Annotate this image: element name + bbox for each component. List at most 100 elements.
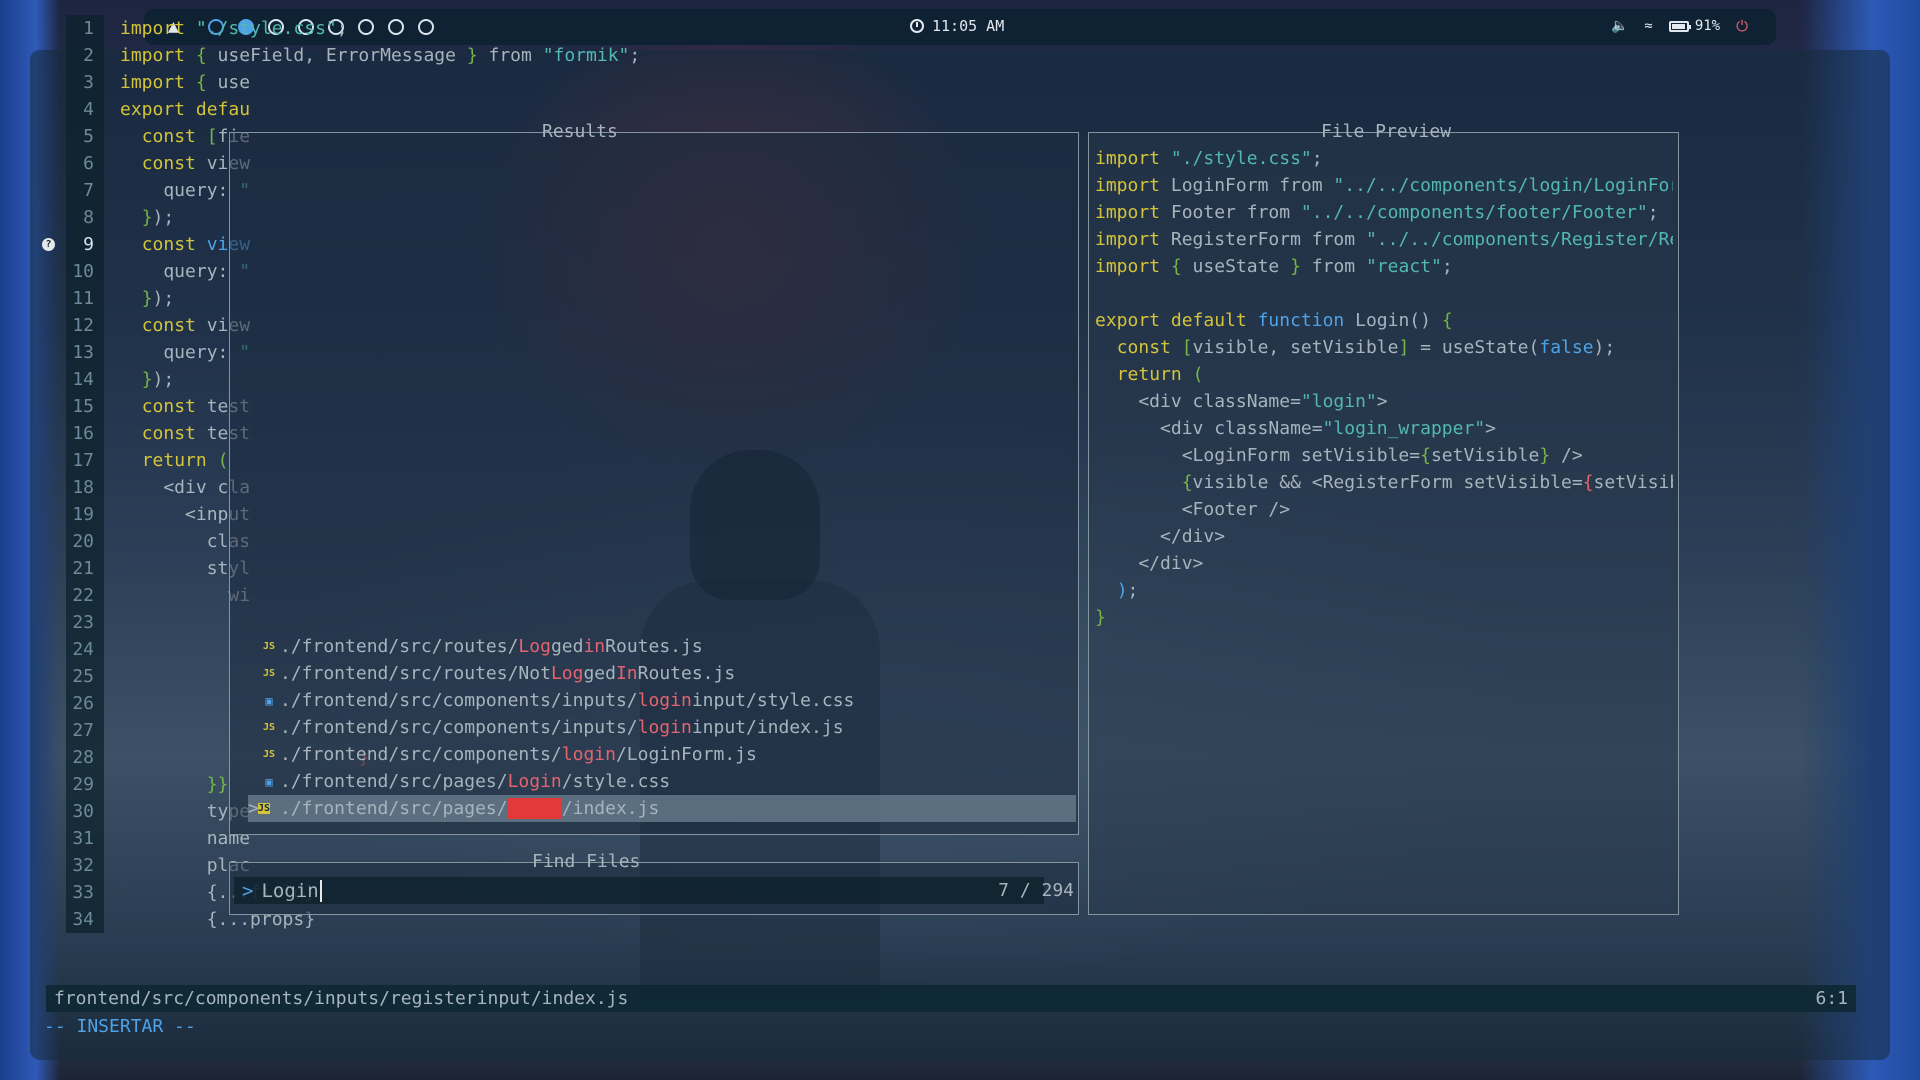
preview-line: return (: [1116, 364, 1204, 385]
code-line[interactable]: 3 import { use: [34, 69, 1834, 96]
code-line[interactable]: 1 import "./style.css";: [34, 15, 1834, 42]
gutter: 30: [34, 798, 104, 825]
gutter: 6: [34, 150, 104, 177]
mode-indicator: -- INSERTAR --: [44, 1016, 196, 1037]
selection-caret: [248, 744, 258, 765]
gutter: 11: [34, 285, 104, 312]
js-file-icon: JS: [258, 803, 271, 814]
line-number: 21: [66, 555, 104, 582]
line-number: 3: [66, 69, 104, 96]
line-number: 18: [66, 474, 104, 501]
line-number: 28: [66, 744, 104, 771]
gutter: 15: [34, 393, 104, 420]
gutter: 10: [34, 258, 104, 285]
gutter: 28: [34, 744, 104, 771]
gutter: 3: [34, 69, 104, 96]
preview-line: <div className="login">: [1095, 391, 1388, 412]
result-path: ./frontend/src/components/login/LoginFor…: [280, 744, 757, 765]
results-panel: Results JS ./frontend/src/routes/Loggedin…: [229, 121, 1079, 835]
line-number: 22: [66, 582, 104, 609]
preview-line: const [visible, setVisible] = useState(f…: [1116, 337, 1616, 358]
line-number: 27: [66, 717, 104, 744]
result-path: ./frontend/src/components/inputs/loginin…: [280, 690, 855, 711]
gutter: 14: [34, 366, 104, 393]
line-text: import "./style.css";: [120, 18, 348, 39]
gutter: 8: [34, 204, 104, 231]
line-number: 7: [66, 177, 104, 204]
gutter: 1: [34, 15, 104, 42]
line-number: 11: [66, 285, 104, 312]
selection-caret: [248, 771, 258, 792]
line-number: 2: [66, 42, 104, 69]
result-path: ./frontend/src/components/inputs/loginin…: [280, 717, 844, 738]
gutter: 16: [34, 420, 104, 447]
status-file-path: frontend/src/components/inputs/registeri…: [54, 988, 629, 1009]
line-number: 5: [66, 123, 104, 150]
result-item[interactable]: JS ./frontend/src/components/login/LoginF…: [248, 741, 1076, 768]
gutter: 2: [34, 42, 104, 69]
result-item[interactable]: JS ./frontend/src/components/inputs/login…: [248, 714, 1076, 741]
preview-line: import { useState } from "react";: [1095, 256, 1453, 277]
gutter: 13: [34, 339, 104, 366]
preview-line: import RegisterForm from "../../componen…: [1095, 229, 1673, 250]
line-number: 20: [66, 528, 104, 555]
text-cursor: [319, 879, 322, 902]
line-text: export defau: [120, 99, 251, 120]
js-file-icon: JS: [262, 668, 276, 679]
gutter: 25: [34, 663, 104, 690]
diagnostic-hint-icon[interactable]: ?: [42, 238, 55, 251]
result-path: ./frontend/src/pages/Login/index.js: [280, 798, 660, 819]
result-item[interactable]: ▣ ./frontend/src/components/inputs/logini…: [248, 687, 1076, 714]
line-text: [104, 690, 120, 717]
line-text: });: [141, 288, 175, 309]
line-number: 1: [66, 15, 104, 42]
line-number: 33: [66, 879, 104, 906]
result-item[interactable]: JS ./frontend/src/routes/NotLoggedInRoute…: [248, 660, 1076, 687]
line-number: 15: [66, 393, 104, 420]
gutter: 22: [34, 582, 104, 609]
file-preview-title: File Preview: [1321, 121, 1452, 142]
line-number: 32: [66, 852, 104, 879]
preview-line: );: [1116, 580, 1139, 601]
line-number: 9: [66, 231, 104, 258]
selection-caret: [248, 636, 258, 657]
cursor-position: 6:1: [1815, 988, 1848, 1009]
result-item[interactable]: ▣ ./frontend/src/pages/Login/style.css: [248, 768, 1076, 795]
find-files-input[interactable]: > Login: [234, 877, 1044, 904]
js-file-icon: JS: [262, 749, 276, 760]
line-text: [104, 663, 120, 690]
gutter: 7: [34, 177, 104, 204]
line-text: import { useField, ErrorMessage } from "…: [120, 45, 641, 66]
results-list[interactable]: JS ./frontend/src/routes/LoggedinRoutes.j…: [248, 633, 1076, 822]
code-line[interactable]: 4 export defau: [34, 96, 1834, 123]
result-item[interactable]: JS ./frontend/src/routes/LoggedinRoutes.j…: [248, 633, 1076, 660]
line-text: import { use: [120, 72, 251, 93]
line-number: 8: [66, 204, 104, 231]
gutter: 20: [34, 528, 104, 555]
preview-line: </div>: [1095, 553, 1204, 574]
line-number: 30: [66, 798, 104, 825]
result-item-selected[interactable]: > JS ./frontend/src/pages/Login/index.js: [248, 795, 1076, 822]
result-path: ./frontend/src/pages/Login/style.css: [280, 771, 671, 792]
line-text: return (: [141, 450, 229, 471]
line-number: 25: [66, 663, 104, 690]
line-number: 24: [66, 636, 104, 663]
code-line[interactable]: 2 import { useField, ErrorMessage } from …: [34, 42, 1834, 69]
line-number: 26: [66, 690, 104, 717]
line-text: });: [141, 207, 175, 228]
gutter: 23: [34, 609, 104, 636]
result-path: ./frontend/src/routes/LoggedinRoutes.js: [280, 636, 703, 657]
preview-line: [1095, 280, 1673, 307]
preview-line: export default function Login() {: [1095, 310, 1453, 331]
line-number: 23: [66, 609, 104, 636]
gutter: 5: [34, 123, 104, 150]
selection-caret: [248, 690, 258, 711]
line-text: });: [141, 369, 175, 390]
line-text: }}: [206, 774, 229, 795]
preview-line: }: [1095, 607, 1106, 628]
line-text: [104, 609, 120, 636]
line-number: 29: [66, 771, 104, 798]
gutter: 17: [34, 447, 104, 474]
search-query: Login: [261, 879, 319, 902]
line-number: 6: [66, 150, 104, 177]
